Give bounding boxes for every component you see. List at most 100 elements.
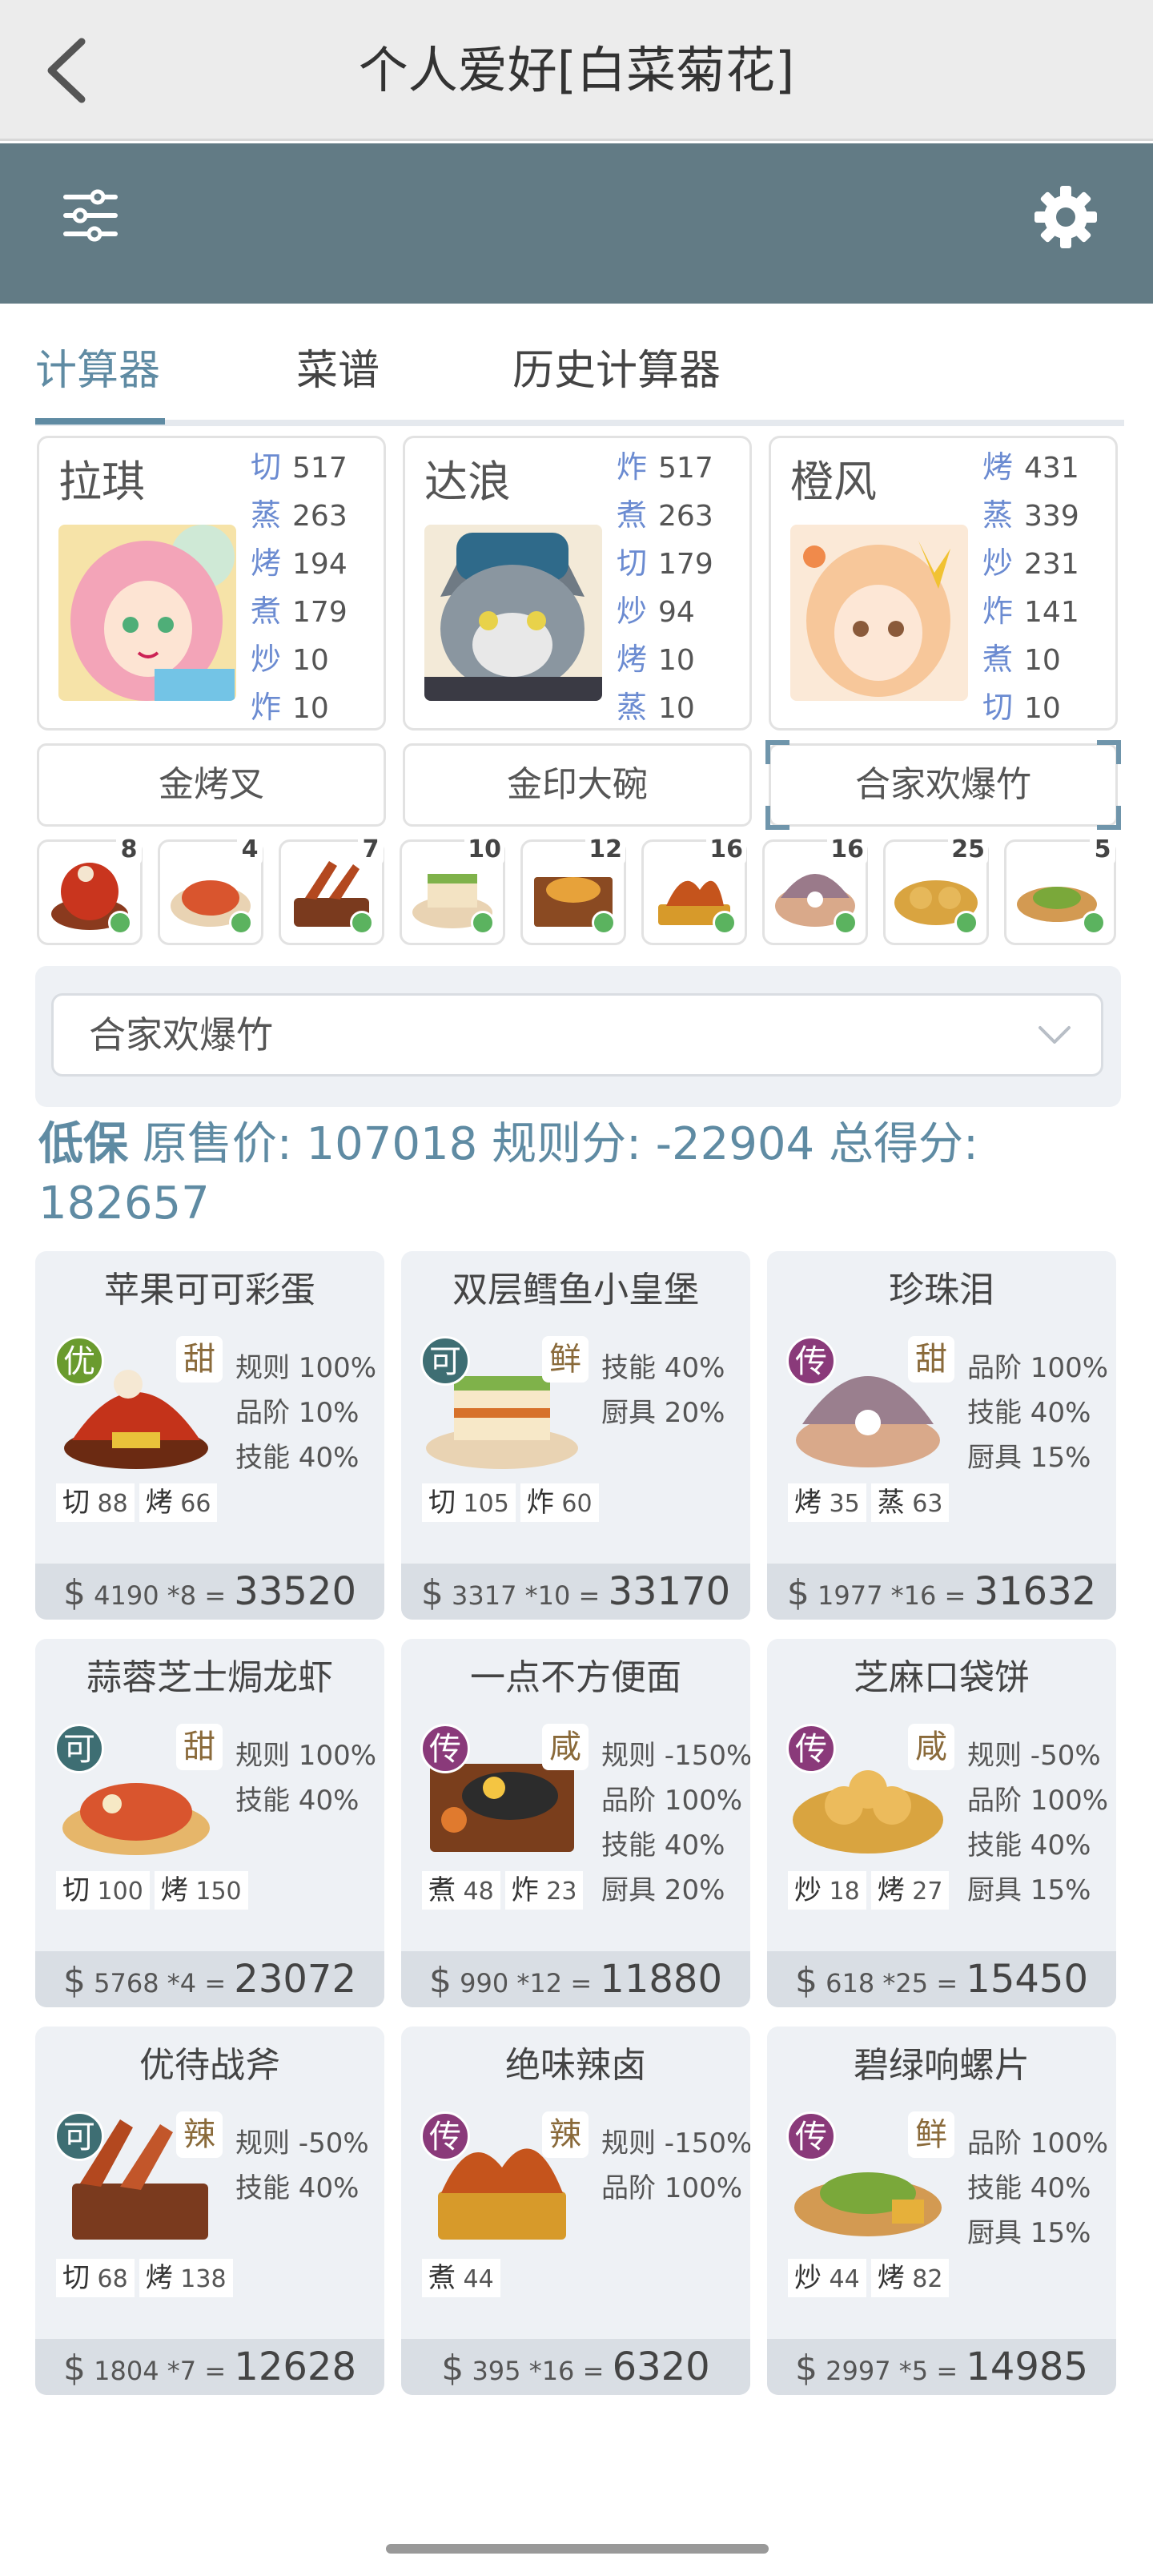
- stat-key: 煮: [251, 594, 282, 629]
- check-icon: [1082, 911, 1106, 935]
- equip-button-selected[interactable]: 合家欢爆竹: [769, 743, 1118, 827]
- stat-key: 烤: [617, 642, 648, 677]
- dish-card[interactable]: 一点不方便面传咸规则 -150% 品阶 100% 技能 40% 厨具 20% 煮 48 炸…: [401, 1639, 750, 2007]
- skill-requirement: 煮 44: [422, 2259, 500, 2297]
- dish-name: 苹果可可彩蛋: [104, 1270, 315, 1310]
- stat-key: 蒸: [982, 497, 1014, 533]
- skill-value: 48: [463, 1878, 494, 1906]
- sliders-icon[interactable]: [62, 187, 119, 244]
- quantity: *16: [528, 2356, 575, 2386]
- skill-value: 68: [97, 2265, 128, 2293]
- stat-value: 339: [1024, 500, 1079, 533]
- stat-key: 切: [982, 690, 1014, 725]
- recipe-thumb[interactable]: 12: [520, 835, 626, 945]
- tab-recipes[interactable]: 菜谱: [296, 335, 380, 407]
- skill-value: 150: [195, 1878, 242, 1906]
- dish-tag: 规则 -50%: [235, 2127, 369, 2159]
- dish-tags: 规则 100% 品阶 10% 技能 40%: [235, 1346, 384, 1480]
- stat-value: 179: [292, 596, 348, 629]
- recipe-thumb[interactable]: 16: [762, 835, 868, 945]
- rarity-badge: 传: [786, 2111, 836, 2161]
- summary-label: 规则分:: [492, 1118, 641, 1170]
- dish-card[interactable]: 绝味辣卤传 辣规则 -150% 品阶 100% 煮 44 $ 395 *16 = 632…: [401, 2027, 750, 2395]
- recipe-thumb[interactable]: 7: [279, 835, 384, 945]
- skill-key: 煮: [428, 2262, 456, 2294]
- equipment-select[interactable]: 合家欢爆竹: [51, 993, 1103, 1077]
- chef-card[interactable]: 达浪 炸 517 煮 263 切 179 炒 94 烤 10 蒸 10: [403, 436, 752, 731]
- check-icon: [229, 911, 253, 935]
- gear-icon[interactable]: [1033, 184, 1099, 250]
- chef-card[interactable]: 拉琪 切 517 蒸 263 烤 194 煮 179 炒 10 炸 10: [37, 436, 386, 731]
- recipe-thumb[interactable]: 25: [883, 835, 989, 945]
- chef-portrait: [424, 525, 602, 701]
- rarity-badge: 可: [54, 2111, 104, 2161]
- skill-requirement: 炒 44: [788, 2259, 866, 2297]
- skill-requirement: 烤 66: [139, 1483, 218, 1522]
- dish-total: 14985: [966, 2345, 1088, 2389]
- dish-card[interactable]: 芝麻口袋饼传咸规则 -50% 品阶 100% 技能 40% 厨具 15% 炒 18 烤 2…: [767, 1639, 1116, 2007]
- dish-name: 一点不方便面: [470, 1657, 681, 1698]
- chef-card[interactable]: 橙风 烤 431 蒸 339 炒 231 炸 141 煮 10 切 10: [769, 436, 1118, 731]
- dish-tags: 技能 40% 厨具 20%: [601, 1346, 750, 1435]
- skill-key: 切: [428, 1487, 456, 1519]
- recipe-thumb[interactable]: 16: [641, 835, 747, 945]
- stat-value: 431: [1024, 452, 1079, 485]
- dish-card[interactable]: 优待战斧可辣规则 -50% 技能 40% 切 68 烤 138 $ 1804 *7 = …: [35, 2027, 384, 2395]
- recipe-thumb[interactable]: 5: [1004, 835, 1116, 945]
- page-title: 个人爱好[白菜菊花]: [358, 41, 795, 99]
- skill-value: 44: [829, 2265, 860, 2293]
- stat-key: 炒: [251, 642, 282, 677]
- dish-skills: 切 105 炸 60: [422, 1483, 604, 1522]
- rarity-badge: 传: [786, 1724, 836, 1773]
- dish-total: 15450: [966, 1957, 1088, 2002]
- dish-card[interactable]: 蒜蓉芝士焗龙虾可甜规则 100% 技能 40% 切 100 烤 150 $ 5768 *…: [35, 1639, 384, 2007]
- stat-key: 煮: [982, 642, 1014, 677]
- dish-card[interactable]: 苹果可可彩蛋优甜规则 100% 品阶 10% 技能 40% 切 88 烤 66 $ 419…: [35, 1251, 384, 1620]
- skill-value: 44: [463, 2265, 494, 2293]
- tab-history-calculator[interactable]: 历史计算器: [512, 335, 721, 407]
- select-value: 合家欢爆竹: [89, 1013, 273, 1057]
- dish-total: 31632: [974, 1569, 1097, 1614]
- dollar-icon: $: [420, 1572, 444, 1613]
- tab-calculator[interactable]: 计算器: [35, 335, 160, 407]
- summary-label: 低保: [38, 1118, 128, 1170]
- dollar-icon: $: [795, 2348, 818, 2389]
- dish-tag: 技能 40%: [967, 1829, 1091, 1862]
- recipe-thumb[interactable]: 4: [158, 835, 263, 945]
- flavor-badge: 甜: [176, 1724, 223, 1770]
- skill-value: 35: [829, 1490, 860, 1518]
- dish-total: 11880: [600, 1957, 722, 2002]
- dollar-icon: $: [63, 1572, 86, 1613]
- skill-requirement: 烤 82: [870, 2259, 950, 2297]
- unit-price: 1977: [817, 1580, 883, 1611]
- dish-tag: 规则 100%: [235, 1352, 377, 1384]
- dish-tag: 厨具 15%: [967, 1874, 1091, 1906]
- equip-button[interactable]: 金烤叉: [37, 743, 386, 827]
- dish-card[interactable]: 珍珠泪传甜品阶 100% 技能 40% 厨具 15% 烤 35 蒸 63 $ 1977 *…: [767, 1251, 1116, 1620]
- dish-name: 双层鳕鱼小皇堡: [452, 1270, 699, 1310]
- chef-name: 拉琪: [58, 457, 145, 507]
- recipe-thumb[interactable]: 8: [37, 835, 143, 945]
- check-icon: [108, 911, 132, 935]
- skill-key: 切: [62, 1487, 90, 1519]
- dollar-icon: $: [63, 1960, 86, 2001]
- dish-price-row: $ 5768 *4 = 23072: [35, 1951, 384, 2007]
- dish-price-row: $ 1804 *7 = 12628: [35, 2339, 384, 2395]
- dish-card[interactable]: 双层鳕鱼小皇堡可鲜技能 40% 厨具 20% 切 105 炸 60 $ 3317 *10…: [401, 1251, 750, 1620]
- tab-bar: 计算器 菜谱 历史计算器: [35, 328, 1124, 426]
- dish-name: 绝味辣卤: [505, 2045, 646, 2086]
- dish-tag: 技能 40%: [601, 1829, 725, 1862]
- dish-card[interactable]: 碧绿响螺片传鲜品阶 100% 技能 40% 厨具 15% 炒 44 烤 82 $ 2997…: [767, 2027, 1116, 2395]
- check-icon: [592, 911, 616, 935]
- quantity: *12: [516, 1968, 563, 1998]
- recipe-thumb[interactable]: 10: [400, 835, 505, 945]
- dish-skills: 煮 44: [422, 2259, 505, 2297]
- skill-value: 63: [912, 1490, 943, 1518]
- equip-button[interactable]: 金印大碗: [403, 743, 752, 827]
- stat-key: 烤: [982, 449, 1014, 485]
- recipe-count: 7: [358, 835, 384, 864]
- skill-requirement: 烤 138: [139, 2259, 233, 2297]
- dish-tag: 技能 40%: [235, 1442, 360, 1474]
- stat-key: 蒸: [251, 497, 282, 533]
- dollar-icon: $: [441, 2348, 464, 2389]
